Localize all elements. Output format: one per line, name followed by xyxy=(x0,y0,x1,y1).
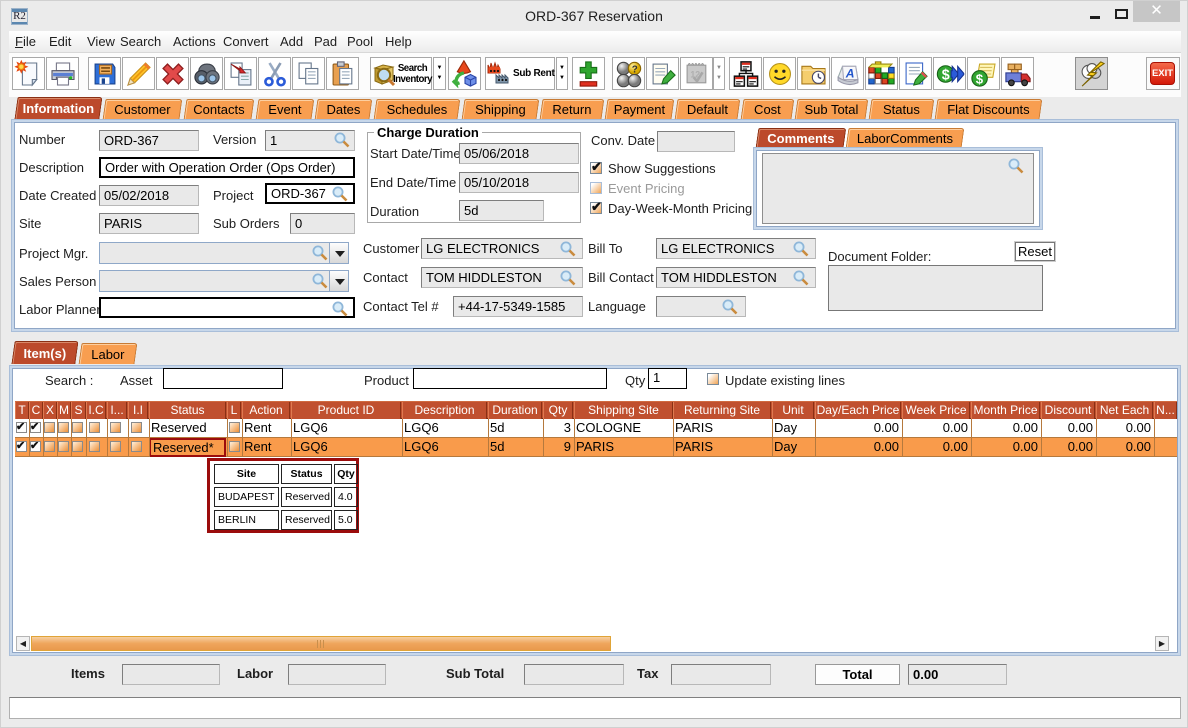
svg-text:$: $ xyxy=(976,71,984,86)
svg-text:A: A xyxy=(845,66,855,80)
svg-text:$: $ xyxy=(942,68,950,84)
svg-text:?: ? xyxy=(632,64,638,75)
